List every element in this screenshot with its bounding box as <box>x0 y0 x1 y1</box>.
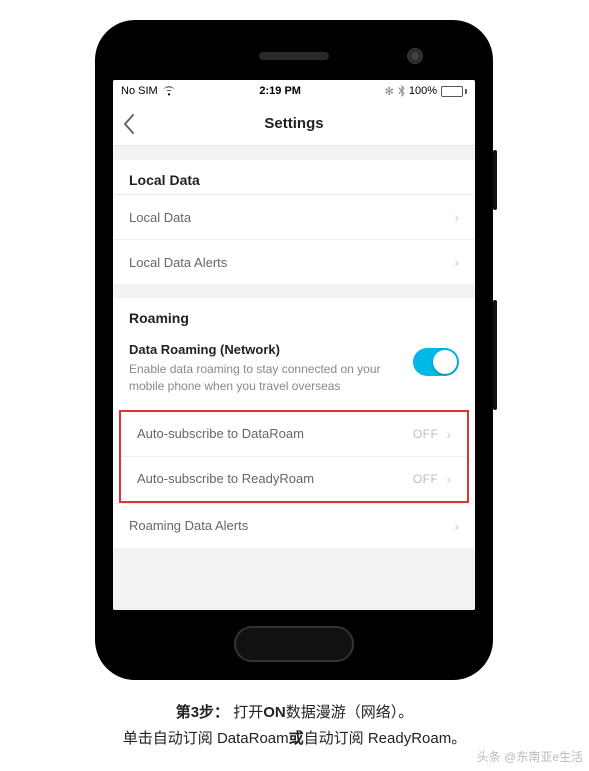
settings-status-icon: ✻ <box>385 85 394 98</box>
row-label: Local Data <box>129 210 191 225</box>
phone-speaker <box>259 52 329 60</box>
row-label: Roaming Data Alerts <box>129 518 248 533</box>
chevron-right-icon: › <box>454 518 459 534</box>
chevron-right-icon: › <box>454 209 459 225</box>
row-auto-dataroam[interactable]: Auto-subscribe to DataRoam OFF › <box>121 412 467 456</box>
row-roaming-data-alerts[interactable]: Roaming Data Alerts › <box>113 503 475 548</box>
data-roaming-subhead: Data Roaming (Network) <box>129 342 397 357</box>
caption-text: 单击自动订阅 DataRoam <box>123 730 289 747</box>
phone-camera <box>407 48 423 64</box>
value-off: OFF <box>413 472 439 486</box>
wifi-icon <box>162 86 176 96</box>
row-local-data-alerts[interactable]: Local Data Alerts › <box>113 239 475 284</box>
caption-text: 自动订阅 ReadyRoam。 <box>304 730 467 747</box>
screen: No SIM 2:19 PM ✻ 100% Settings <box>113 80 475 610</box>
clock: 2:19 PM <box>259 85 301 97</box>
page-title: Settings <box>264 115 323 132</box>
caption-text: 数据漫游（网络）。 <box>286 704 414 721</box>
row-label: Auto-subscribe to DataRoam <box>137 426 304 441</box>
section-header-local: Local Data <box>113 160 475 194</box>
content-scroll[interactable]: Local Data Local Data › Local Data Alert… <box>113 146 475 610</box>
data-roaming-toggle[interactable] <box>413 348 459 376</box>
caption-step: 第3步： <box>176 704 229 721</box>
row-data-roaming: Data Roaming (Network) Enable data roami… <box>113 332 475 410</box>
caption: 第3步： 打开ON数据漫游（网络）。 单击自动订阅 DataRoam或自动订阅 … <box>0 700 589 751</box>
status-bar: No SIM 2:19 PM ✻ 100% <box>113 80 475 102</box>
row-local-data[interactable]: Local Data › <box>113 194 475 239</box>
battery-icon <box>441 86 467 97</box>
caption-on: ON <box>263 704 286 721</box>
value-off: OFF <box>413 427 439 441</box>
bluetooth-icon <box>398 85 405 97</box>
phone-frame: No SIM 2:19 PM ✻ 100% Settings <box>95 20 493 680</box>
section-roaming: Roaming Data Roaming (Network) Enable da… <box>113 298 475 548</box>
chevron-right-icon: › <box>446 471 451 487</box>
power-button <box>493 150 497 210</box>
caption-text: 打开 <box>233 704 263 721</box>
chevron-right-icon: › <box>454 254 459 270</box>
back-button[interactable] <box>123 102 135 145</box>
volume-button <box>493 300 497 410</box>
watermark: 头条 @东南亚e生活 <box>477 748 583 765</box>
battery-pct: 100% <box>409 85 437 97</box>
row-auto-readyroam[interactable]: Auto-subscribe to ReadyRoam OFF › <box>121 456 467 501</box>
home-button <box>234 626 354 662</box>
highlight-box: Auto-subscribe to DataRoam OFF › Auto-su… <box>119 410 469 503</box>
data-roaming-desc: Enable data roaming to stay connected on… <box>129 361 397 396</box>
chevron-right-icon: › <box>446 426 451 442</box>
caption-or: 或 <box>289 730 304 747</box>
section-header-roaming: Roaming <box>113 298 475 332</box>
section-local-data: Local Data Local Data › Local Data Alert… <box>113 160 475 284</box>
carrier-label: No SIM <box>121 85 158 97</box>
row-label: Local Data Alerts <box>129 255 227 270</box>
row-label: Auto-subscribe to ReadyRoam <box>137 471 314 486</box>
nav-bar: Settings <box>113 102 475 146</box>
